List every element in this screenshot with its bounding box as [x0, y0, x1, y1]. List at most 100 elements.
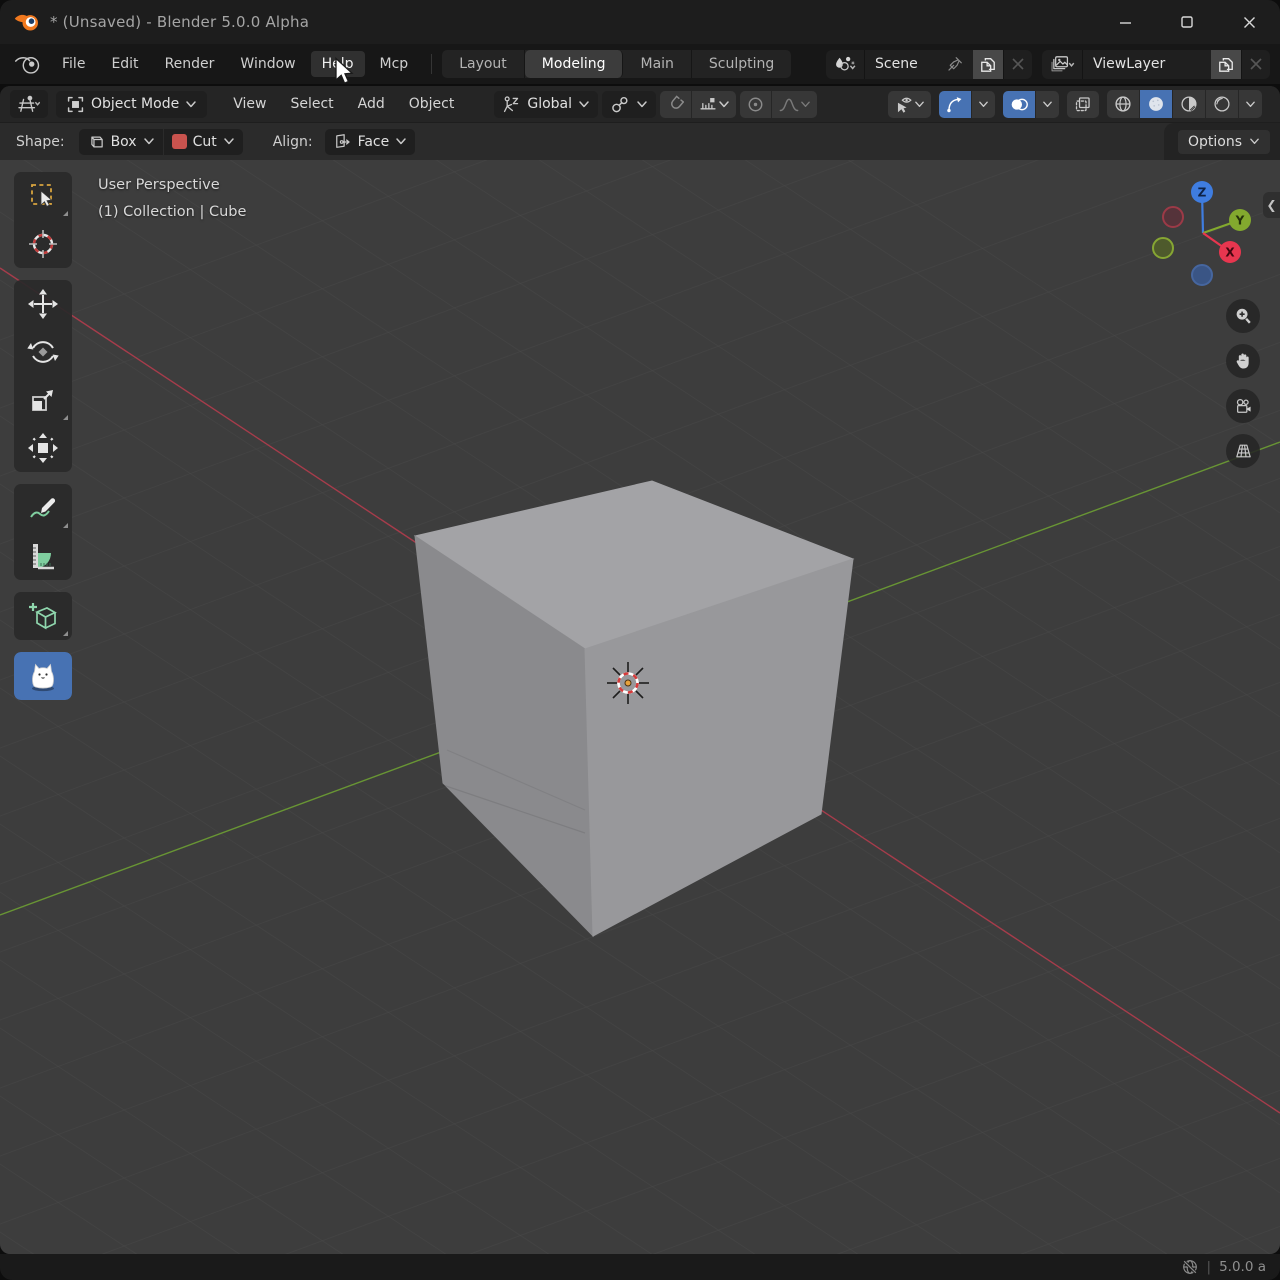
- show-overlays-toggle[interactable]: [1003, 91, 1036, 118]
- active-object-breadcrumb: (1) Collection | Cube: [98, 199, 246, 226]
- proportional-editing-icon: [746, 95, 765, 114]
- viewlayer-type-dropdown[interactable]: [1042, 50, 1083, 79]
- viewlayer-name[interactable]: ViewLayer: [1083, 50, 1211, 79]
- maximize-button[interactable]: [1156, 0, 1218, 44]
- zoom-button[interactable]: [1226, 299, 1260, 333]
- shading-solid-button[interactable]: [1140, 90, 1173, 118]
- menubar-separator: [431, 54, 432, 74]
- minimize-button[interactable]: [1094, 0, 1156, 44]
- shape-label: Shape:: [16, 134, 65, 150]
- hand-icon: [1233, 351, 1253, 371]
- scene-new-button[interactable]: [973, 50, 1004, 79]
- tab-modeling[interactable]: Modeling: [525, 50, 624, 78]
- shading-wireframe-button[interactable]: [1107, 90, 1140, 118]
- overlays-dropdown[interactable]: [1036, 91, 1059, 118]
- axis-x-ball[interactable]: X: [1219, 241, 1241, 263]
- snap-settings-dropdown[interactable]: [692, 91, 736, 118]
- align-dropdown[interactable]: Face: [325, 129, 416, 155]
- sidebar-toggle[interactable]: ❮: [1263, 192, 1280, 218]
- subtool-indicator: [63, 523, 68, 528]
- close-icon: [1242, 15, 1257, 30]
- magnet-icon: [666, 95, 685, 114]
- add-cube-icon: [26, 599, 60, 633]
- close-button[interactable]: [1218, 0, 1280, 44]
- window-title: * (Unsaved) - Blender 5.0.0 Alpha: [50, 13, 309, 31]
- tool-scale[interactable]: [14, 376, 72, 424]
- pin-icon[interactable]: [946, 56, 963, 73]
- tool-move[interactable]: [14, 280, 72, 328]
- visibility-dropdown[interactable]: [888, 91, 931, 118]
- scene-type-dropdown[interactable]: [826, 50, 865, 79]
- topbar: File Edit Render Window Help Mcp Layout …: [0, 44, 1280, 84]
- scene-delete-button[interactable]: [1004, 50, 1032, 79]
- duplicate-icon: [1218, 56, 1234, 73]
- axis-y-ball[interactable]: Y: [1229, 209, 1251, 231]
- viewlayer-new-button[interactable]: [1211, 50, 1242, 79]
- menu-view[interactable]: View: [223, 91, 276, 117]
- 3d-viewport[interactable]: User Perspective (1) Collection | Cube: [0, 160, 1280, 1254]
- chevron-down-icon: [914, 100, 925, 109]
- view-perspective-label: User Perspective: [98, 172, 246, 199]
- blender-app-menu-icon[interactable]: [14, 53, 41, 76]
- 3d-cursor-tool-icon: [26, 227, 60, 261]
- menu-add[interactable]: Add: [348, 91, 395, 117]
- viewport-scene: [0, 160, 1280, 1254]
- tool-annotate[interactable]: [14, 484, 72, 532]
- perspective-toggle-button[interactable]: [1226, 434, 1260, 468]
- axis-neg-y-ball[interactable]: [1153, 238, 1173, 258]
- mode-dropdown[interactable]: Object Mode: [56, 91, 207, 118]
- proportional-editing-toggle[interactable]: [740, 91, 772, 118]
- zoom-icon: [1233, 306, 1253, 326]
- tool-rotate[interactable]: [14, 328, 72, 376]
- navigation-gizmo[interactable]: Z Y X: [1152, 178, 1252, 290]
- tool-add-cube[interactable]: [14, 592, 72, 640]
- tab-main[interactable]: Main: [623, 50, 691, 78]
- scene-name[interactable]: Scene: [865, 50, 973, 79]
- transform-orientation-dropdown[interactable]: Global: [494, 91, 598, 118]
- tool-blob-active[interactable]: [14, 652, 72, 700]
- object-visibility-group: [888, 91, 931, 118]
- overlays-icon: [1009, 95, 1029, 114]
- menu-mcp[interactable]: Mcp: [369, 51, 420, 77]
- menu-object[interactable]: Object: [399, 91, 465, 117]
- editor-type-dropdown[interactable]: [10, 90, 48, 118]
- pan-button[interactable]: [1226, 344, 1260, 378]
- tool-measure[interactable]: [14, 532, 72, 580]
- statusbar: | 5.0.0 a: [0, 1254, 1280, 1280]
- snap-toggle[interactable]: [660, 91, 692, 118]
- shading-rendered-button[interactable]: [1206, 90, 1239, 118]
- menu-render[interactable]: Render: [154, 51, 226, 77]
- chevron-down-icon: [185, 100, 197, 109]
- shading-material-button[interactable]: [1173, 90, 1206, 118]
- show-gizmos-toggle[interactable]: [939, 91, 972, 118]
- menu-window[interactable]: Window: [229, 51, 306, 77]
- camera-view-button[interactable]: [1226, 389, 1260, 423]
- shape-dropdown[interactable]: Box: [79, 129, 163, 155]
- options-button[interactable]: Options: [1178, 130, 1270, 154]
- gizmos-group: [939, 91, 995, 118]
- shading-dropdown[interactable]: [1239, 90, 1262, 118]
- axis-z-ball[interactable]: Z: [1191, 181, 1213, 203]
- tool-cursor[interactable]: [14, 220, 72, 268]
- wireframe-shading-icon: [1113, 94, 1133, 114]
- mouse-cursor: [333, 57, 355, 87]
- axis-neg-z-ball[interactable]: [1192, 265, 1212, 285]
- gizmos-dropdown[interactable]: [972, 91, 995, 118]
- xray-toggle[interactable]: [1067, 91, 1099, 118]
- proportional-falloff-dropdown[interactable]: [772, 91, 817, 118]
- axis-neg-x-ball[interactable]: [1163, 207, 1183, 227]
- cut-mode-dropdown[interactable]: Cut: [164, 129, 243, 155]
- svg-text:Y: Y: [1235, 214, 1245, 228]
- menu-select[interactable]: Select: [280, 91, 343, 117]
- pivot-point-dropdown[interactable]: [602, 91, 656, 118]
- viewport-controls: [1226, 299, 1260, 468]
- tab-sculpting[interactable]: Sculpting: [692, 50, 791, 78]
- viewlayer-delete-button[interactable]: [1242, 50, 1270, 79]
- menu-edit[interactable]: Edit: [100, 51, 149, 77]
- tab-layout[interactable]: Layout: [442, 50, 525, 78]
- menu-file[interactable]: File: [51, 51, 96, 77]
- tool-transform[interactable]: [14, 424, 72, 472]
- subtool-indicator: [63, 211, 68, 216]
- delete-x-icon: [1011, 57, 1025, 71]
- tool-box-select[interactable]: [14, 172, 72, 220]
